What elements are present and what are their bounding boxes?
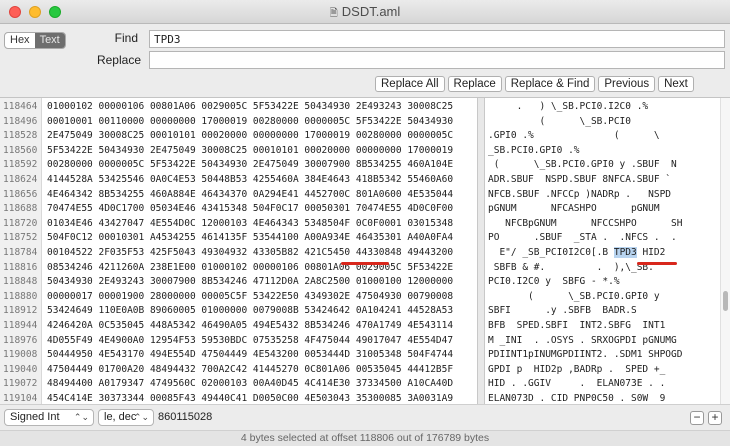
text-row[interactable]: BFB SPED.SBFI INT2.SBFG INT1 — [488, 318, 665, 333]
text-row[interactable]: ADR.SBUF NSPD.SBUF 8NFCA.SBUF ` — [488, 172, 671, 187]
chevron-updown-icon: ⌃⌄ — [133, 412, 149, 422]
hex-row[interactable]: 53424649 110E0A0B 89060005 01000000 0079… — [47, 303, 453, 318]
row-offset: 118720 — [3, 217, 38, 229]
hex-row[interactable]: 4E464342 8B534255 460A884E 46434370 0A29… — [47, 187, 453, 202]
pane-divider[interactable] — [477, 98, 485, 404]
replace-label: Replace — [96, 53, 141, 67]
hex-row[interactable]: 4144528A 53425546 0A0C4E53 50448B53 4255… — [47, 172, 453, 187]
next-button[interactable]: Next — [658, 76, 694, 92]
scrollbar-thumb[interactable] — [723, 291, 728, 311]
row-offset: 118912 — [3, 305, 38, 317]
endian-select[interactable]: le, dec ⌃⌄ — [98, 409, 154, 426]
hex-row[interactable]: 4D055F49 4E4900A0 12954F53 59530BDC 0753… — [47, 333, 453, 348]
row-offset: 118816 — [3, 261, 38, 273]
row-offset: 118592 — [3, 159, 38, 171]
text-row[interactable]: M _INI . .OSYS . SRXOGPDI pGNUMG — [488, 333, 677, 348]
text-row[interactable]: NFCB.SBUF .NFCCp )NADRp . NSPD — [488, 187, 671, 202]
hex-row[interactable]: 2E475049 30008C25 00010101 00020000 0000… — [47, 128, 453, 143]
text-row[interactable]: PO .SBUF _STA . .NFCS . . — [488, 230, 677, 245]
row-offset: 119040 — [3, 363, 38, 375]
row-offset: 118464 — [3, 101, 38, 112]
text-row[interactable]: GPDI p HID2p ,BADRp . SPED +_ — [488, 362, 665, 377]
text-row[interactable]: ELAN073D . CID PNP0C50 . S0W 9 — [488, 391, 665, 404]
text-row[interactable]: pGNUM NFCASHPO pGNUM — [488, 201, 660, 216]
hex-row[interactable]: 00010001 00110000 00000000 17000019 0028… — [47, 114, 453, 129]
type-select[interactable]: Signed Int ⌃⌄ — [4, 409, 94, 426]
status-bar: 4 bytes selected at offset 118806 out of… — [0, 430, 730, 446]
text-row[interactable]: HID . .GGIV . ELAN073E . . — [488, 376, 665, 391]
find-match-highlight: TPD3 — [613, 247, 637, 258]
hex-row[interactable]: 48494400 A0179347 4749560C 02000103 00A4… — [47, 376, 453, 391]
hex-editor[interactable]: 118464 118496 118528 118560 118592 118624 1186… — [0, 97, 730, 404]
row-offset: 118848 — [3, 276, 38, 288]
text-row[interactable]: . ) \_SB.PCI0.I2C0 .% — [488, 99, 649, 114]
text-row[interactable]: NFCBpGNUM NFCCSHPO SH — [488, 216, 682, 231]
row-offset: 118880 — [3, 290, 38, 302]
vertical-scrollbar[interactable] — [720, 98, 730, 404]
row-offset: 118624 — [3, 174, 38, 185]
hex-text-segmented-control: Hex Text — [4, 32, 66, 49]
text-row[interactable]: ( \_SB.PCI0.GPI0 y .SBUF N — [488, 157, 677, 172]
hex-row[interactable]: 50434930 2E493243 30007900 8B534246 4711… — [47, 274, 453, 289]
hex-row[interactable]: 01034E46 43427047 4E554D0C 12000103 4E46… — [47, 216, 453, 231]
title-bar: 🗎 DSDT.aml — [0, 0, 730, 24]
hex-mode-button[interactable]: Hex — [5, 33, 35, 48]
annotation-underline-hex — [341, 262, 389, 265]
hex-row[interactable]: 50444950 4E543170 494E554D 47504449 4E54… — [47, 347, 453, 362]
row-offset: 118560 — [3, 144, 38, 156]
hex-row[interactable]: 00000017 00001900 28000000 00005C5F 5342… — [47, 289, 453, 304]
replace-input[interactable] — [149, 51, 725, 69]
find-label: Find — [114, 31, 138, 45]
text-row[interactable]: ( \_SB.PCI0 — [488, 114, 631, 129]
annotation-underline-text — [637, 262, 677, 265]
text-row[interactable]: SBFB & #. . ),\_SB. — [488, 260, 654, 275]
replace-and-find-button[interactable]: Replace & Find — [504, 76, 596, 92]
hex-row[interactable]: 47504449 01700A20 48494432 700A2C42 4144… — [47, 362, 453, 377]
hex-row[interactable]: 504F0C12 00010301 A4534255 4614135F 5354… — [47, 230, 453, 245]
replace-all-button[interactable]: Replace All — [375, 76, 445, 92]
text-row[interactable]: PCI0.I2C0 y SBFG - *.% — [488, 274, 620, 289]
hex-row[interactable]: 5F53422E 50434930 2E475049 30008C25 0001… — [47, 143, 453, 158]
row-offset: 118496 — [3, 115, 38, 127]
text-row[interactable]: SBFI .y .SBFB BADR.S — [488, 303, 637, 318]
row-offset: 118976 — [3, 334, 38, 346]
hex-row[interactable]: 08534246 4211260A 238E1E00 01000102 0000… — [47, 260, 453, 275]
text-mode-button[interactable]: Text — [34, 33, 65, 48]
chevron-updown-icon: ⌃⌄ — [73, 412, 89, 422]
text-row[interactable]: _SB.PCI0.GPI0 .% — [488, 143, 580, 158]
hex-row[interactable]: 4246420A 0C535045 448A5342 46490A05 494E… — [47, 318, 453, 333]
row-offset: 119104 — [3, 393, 38, 404]
hex-pane[interactable]: 01000102 00000106 00801A06 0029005C 5F53… — [43, 98, 477, 404]
text-row[interactable]: .GPI0 .% ( \ — [488, 128, 660, 143]
hex-row[interactable]: 454C414E 30373344 00085F43 49440C41 D005… — [47, 391, 453, 404]
offset-gutter: 118464 118496 118528 118560 118592 118624 1186… — [0, 98, 42, 404]
hex-row[interactable]: 00104522 2F035F53 425F5043 49304932 4330… — [47, 245, 453, 260]
add-inspector-button[interactable]: + — [708, 411, 722, 425]
find-input[interactable]: TPD3 — [149, 30, 725, 48]
previous-button[interactable]: Previous — [598, 76, 656, 92]
row-offset: 119008 — [3, 349, 38, 361]
text-row[interactable]: ( \_SB.PCI0.GPI0 y — [488, 289, 660, 304]
row-offset: 118688 — [3, 203, 38, 215]
row-offset: 119072 — [3, 378, 38, 390]
text-row[interactable]: PDIINT1pINUMGPDIINT2. .SDM1 SHPOGD — [488, 347, 682, 362]
window-title: 🗎 DSDT.aml — [0, 4, 730, 23]
remove-inspector-button[interactable]: − — [690, 411, 704, 425]
row-offset: 118656 — [3, 188, 38, 200]
inspector-value[interactable]: 860115028 — [158, 411, 212, 423]
row-offset: 118528 — [3, 130, 38, 142]
hex-row[interactable]: 70474E55 4D0C1700 05034E46 43415348 504F… — [47, 201, 453, 216]
row-offset: 118784 — [3, 247, 38, 258]
find-replace-panel: Hex Text Find TPD3 Replace Replace All R… — [0, 24, 730, 98]
bottom-bar: Signed Int ⌃⌄ le, dec ⌃⌄ 860115028 − + — [0, 404, 730, 430]
document-icon: 🗎 — [329, 8, 338, 19]
text-pane[interactable]: . ) \_SB.PCI0.I2C0 .% ( \_SB.PCI0 .GPI0 .… — [485, 98, 720, 404]
row-offset: 118752 — [3, 232, 38, 244]
row-offset: 118944 — [3, 320, 38, 331]
hex-row[interactable]: 01000102 00000106 00801A06 0029005C 5F53… — [47, 99, 453, 114]
text-row[interactable]: E"/ _SB_PCI0I2C0[.B TPD3 HID2 — [488, 245, 665, 260]
replace-button[interactable]: Replace — [447, 76, 502, 92]
hex-row[interactable]: 00280000 0000005C 5F53422E 50434930 2E47… — [47, 157, 453, 172]
